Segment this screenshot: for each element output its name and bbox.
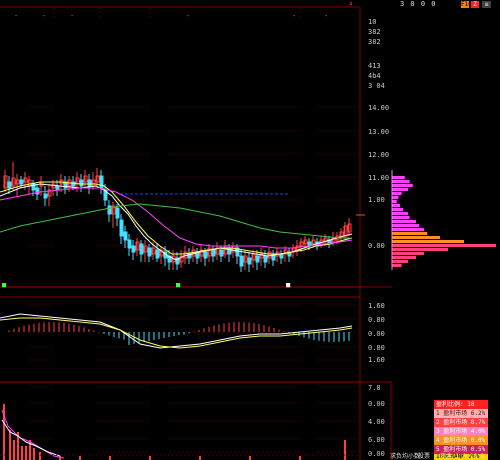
price-axis-top-label-6: 3 04 [368,82,385,90]
candle-body [147,247,152,257]
chip-bar [392,192,402,195]
chip-bar [392,248,448,251]
chip-bar [392,220,416,223]
volume-tick-1: 7.8 [368,384,381,392]
price-tick-3: 12.00 [368,151,390,159]
header-mark-6: - [324,12,329,20]
price-tick-1: 14.00 [368,104,390,112]
chip-bar [392,240,464,243]
volume-tick-5: 0.00 [368,450,385,458]
macd-tick-3: 0.00 [368,330,385,338]
z-badge[interactable]: Z [471,1,479,8]
f10-badge[interactable]: F10 [461,1,472,8]
legend-title: 盈利比例: 18 [434,400,488,409]
candle-body [255,255,260,263]
header-mark-2: - [42,12,47,20]
candle-body [127,239,132,249]
candle-body [87,179,92,187]
candle-body [203,251,208,259]
chip-bar [392,176,405,179]
candle-body [247,257,252,265]
candle-body [155,249,160,259]
candle-body [99,175,104,189]
macd-tick-5: 1.60 [368,356,385,364]
candle-body [219,249,224,257]
chip-bar [392,260,408,263]
ma20-line [0,187,353,249]
volume-tick-3: 4.00 [368,418,385,426]
candle-body [211,249,216,257]
chip-bar [392,228,424,231]
candle-body [139,243,144,255]
volume-tick-2: 0.00 [368,400,385,408]
candle-body [79,179,84,187]
chip-bar [392,200,397,203]
chip-bar [392,204,400,207]
chip-bar [392,232,428,235]
chip-bar [392,236,440,239]
footer-right-text: 资金 1 0 16 8 [440,453,485,460]
chip-bar [392,264,402,267]
price-tick-4: 11.00 [368,174,390,182]
chip-bar [392,196,399,199]
candle-body [43,193,48,199]
candle-body [7,181,12,189]
price-axis-top-label-2: 382 [368,28,381,36]
footer-mid-text: 投票 [418,453,431,460]
price-axis-top-label-1: 10 [368,18,377,26]
legend-item-4[interactable]: 4 盈利市场 0.0% [434,436,488,445]
header-arrow-icon[interactable]: ⬇ [349,0,353,9]
stock-code: 3 0 0 0 [400,0,437,8]
candle-body [55,185,60,191]
chip-bar [392,224,420,227]
price-tick-5: 1.00 [368,196,385,204]
candle-body [131,245,136,253]
candle-body [115,207,120,219]
menu-icon[interactable]: ≡ [482,1,491,8]
stock-chart-canvas[interactable] [0,0,500,460]
candle-body [239,255,244,267]
footer-left-text: 求负均小数 [390,453,421,460]
header-mark-1: - [14,12,19,20]
chip-bar [392,188,408,191]
volume-tick-4: 6.00 [368,436,385,444]
chip-bar [392,244,496,247]
legend-item-2[interactable]: 2 盈利市场 8.7% [434,418,488,427]
header-mark-4: - [186,12,191,20]
price-tick-6: 0.00 [368,242,385,250]
legend-item-1[interactable]: 1 盈利市场 6.2% [434,409,488,418]
pane-marker-left[interactable]: ■ [2,281,6,289]
pane-marker-mid[interactable]: ■ [176,281,180,289]
candle-body [107,205,112,215]
chip-bar [392,256,416,259]
chip-bar [392,184,413,187]
chip-bar [392,212,408,215]
chip-bar [392,252,424,255]
price-tick-2: 13.00 [368,128,390,136]
macd-tick-4: 0.80 [368,344,385,352]
header-mark-3: - [70,12,75,20]
price-axis-top-label-3: 382 [368,38,381,46]
chip-bar [392,208,404,211]
legend-item-3[interactable]: 3 盈利市场 4.0% [434,427,488,436]
macd-tick-1: 1.60 [368,302,385,310]
macd-tick-2: 0.80 [368,316,385,324]
price-axis-top-label-5: 4b4 [368,72,381,80]
price-axis-top-label-4: 413 [368,62,381,70]
ma60-line [0,203,352,239]
chip-bar [392,180,410,183]
chip-bar [392,216,410,219]
pane-marker-right[interactable]: ■ [286,281,290,289]
candle-body [19,179,24,185]
candle-body [119,219,124,237]
header-mark-5: - [292,12,297,20]
candle-body [227,247,232,255]
candle-body [123,231,128,241]
candle-body [71,181,76,187]
candle-body [279,253,284,259]
candle-body [263,255,268,263]
